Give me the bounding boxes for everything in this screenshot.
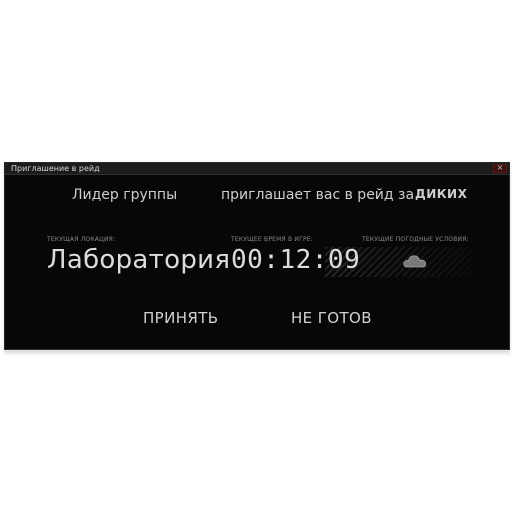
invite-message: приглашает вас в рейд за xyxy=(221,187,415,203)
dialog-titlebar[interactable]: Приглашение в рейд × xyxy=(5,163,509,175)
close-icon: × xyxy=(496,163,504,172)
not-ready-button[interactable]: НЕ ГОТОВ xyxy=(291,309,372,327)
game-time-label: ТЕКУЩЕЕ ВРЕМЯ В ИГРЕ: xyxy=(231,236,314,243)
weather-label: ТЕКУЩИЕ ПОГОДНЫЕ УСЛОВИЯ: xyxy=(362,236,469,243)
accept-button[interactable]: ПРИНЯТЬ xyxy=(143,309,219,327)
location-value: Лаборатория xyxy=(47,245,231,275)
invite-row: Лидер группы приглашает вас в рейд за ДИ… xyxy=(5,185,509,207)
dialog-title: Приглашение в рейд xyxy=(11,164,100,173)
dialog-shadow xyxy=(4,351,510,357)
invite-side: ДИКИХ xyxy=(415,187,468,201)
cloud-icon xyxy=(403,255,427,268)
location-label: ТЕКУЩАЯ ЛОКАЦИЯ: xyxy=(47,236,116,243)
raid-invite-dialog: Приглашение в рейд × Лидер группы пригла… xyxy=(4,162,510,350)
close-button[interactable]: × xyxy=(493,163,507,173)
group-leader-name: Лидер группы xyxy=(72,187,178,203)
game-time-value: 00:12:09 xyxy=(231,245,361,275)
page: Приглашение в рейд × Лидер группы пригла… xyxy=(0,0,512,512)
